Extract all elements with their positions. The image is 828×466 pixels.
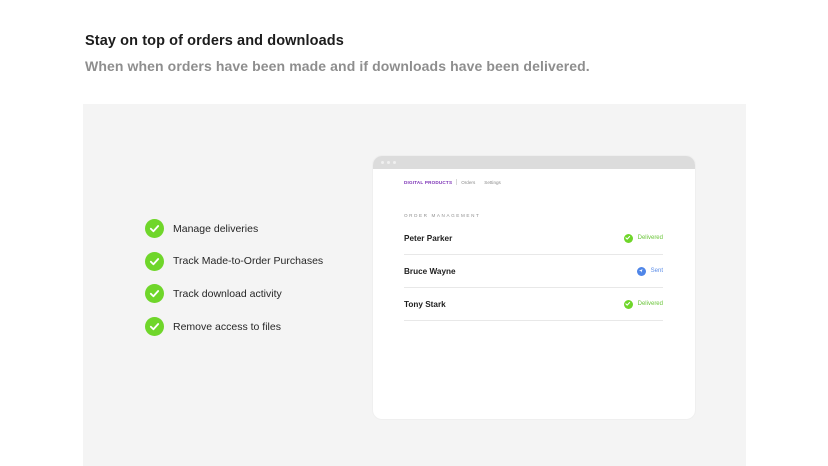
status-label: Delivered — [637, 301, 663, 307]
feature-item-manage-deliveries: Manage deliveries — [145, 219, 323, 238]
feature-label: Track download activity — [173, 287, 282, 300]
window-dot-icon — [393, 161, 396, 164]
customer-name: Bruce Wayne — [404, 266, 456, 276]
app-nav: DIGITAL PRODUCTS Orders Settings — [404, 179, 510, 185]
check-circle-icon — [145, 284, 164, 304]
window-dot-icon — [387, 161, 390, 164]
customer-name: Tony Stark — [404, 299, 446, 309]
feature-showcase-panel: Manage deliveries Track Made-to-Order Pu… — [83, 104, 746, 466]
order-row[interactable]: Peter Parker Delivered — [404, 222, 663, 255]
window-titlebar — [373, 156, 695, 169]
feature-item-track-download-activity: Track download activity — [145, 284, 323, 304]
feature-item-track-made-to-order: Track Made-to-Order Purchases — [145, 251, 324, 271]
app-window-mockup: DIGITAL PRODUCTS Orders Settings ORDER M… — [373, 156, 695, 419]
customer-name: Peter Parker — [404, 233, 453, 243]
feature-list: Manage deliveries Track Made-to-Order Pu… — [145, 219, 323, 350]
nav-divider — [456, 179, 458, 185]
feature-label: Remove access to files — [173, 320, 281, 333]
nav-brand[interactable]: DIGITAL PRODUCTS — [404, 180, 452, 185]
status-badge: Sent — [636, 266, 663, 276]
order-row[interactable]: Tony Stark Delivered — [404, 288, 663, 321]
nav-item-orders[interactable]: Orders — [461, 180, 475, 185]
window-dot-icon — [381, 161, 384, 164]
status-label: Sent — [650, 268, 663, 274]
feature-item-remove-access: Remove access to files — [145, 317, 323, 337]
send-icon — [636, 266, 646, 276]
status-label: Delivered — [637, 235, 663, 241]
feature-label: Track Made-to-Order Purchases — [173, 255, 324, 268]
orders-list: Peter Parker Delivered Bruce Wayne Sent — [404, 222, 663, 321]
check-circle-icon — [623, 299, 633, 309]
status-badge: Delivered — [623, 299, 663, 309]
check-circle-icon — [145, 317, 164, 337]
order-row[interactable]: Bruce Wayne Sent — [404, 255, 663, 288]
nav-item-settings[interactable]: Settings — [484, 180, 501, 185]
check-circle-icon — [145, 219, 164, 238]
feature-label: Manage deliveries — [173, 222, 259, 235]
status-badge: Delivered — [623, 233, 663, 243]
check-circle-icon — [623, 233, 633, 243]
page-headline: Stay on top of orders and downloads — [85, 33, 344, 49]
section-label: ORDER MANAGEMENT — [404, 213, 481, 218]
check-circle-icon — [145, 251, 164, 271]
page-subheadline: When when orders have been made and if d… — [85, 58, 590, 74]
